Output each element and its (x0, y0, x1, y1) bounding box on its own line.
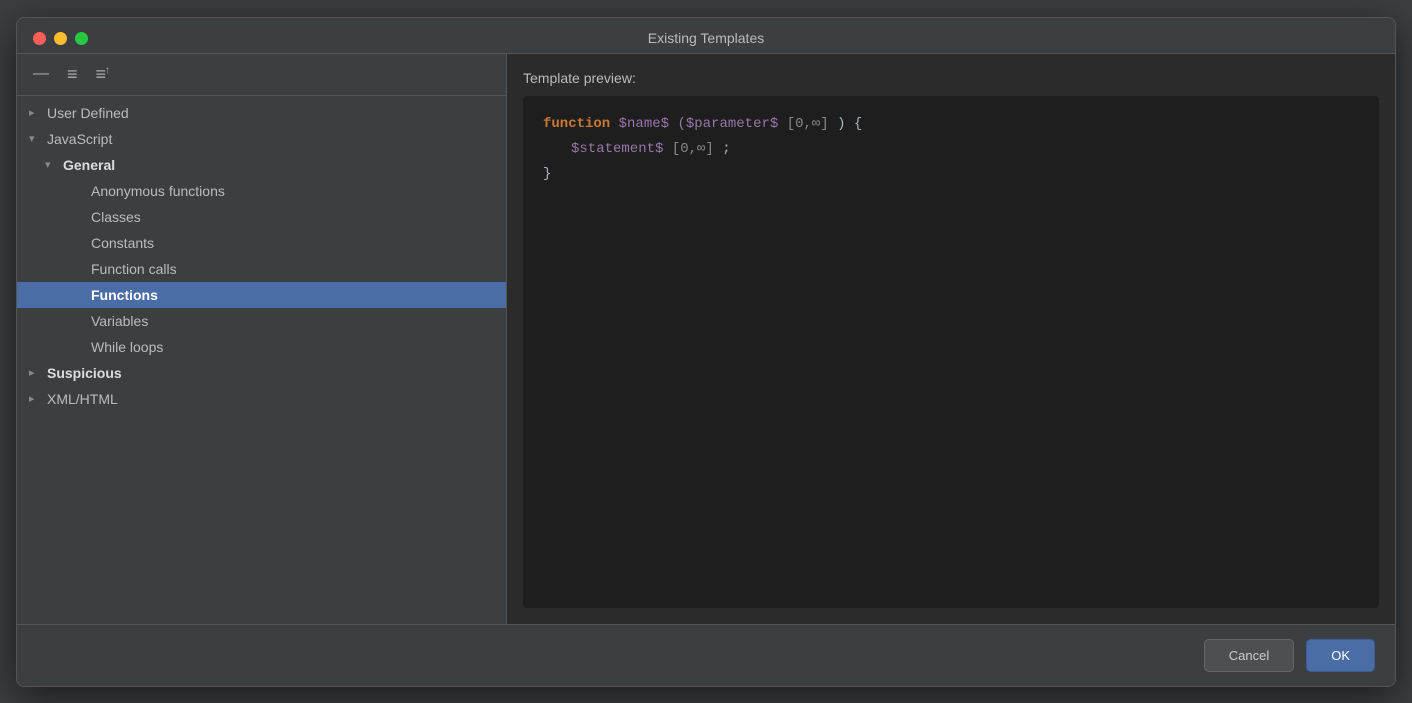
expand-selected-button[interactable]: ≡ (63, 62, 82, 87)
tree-item-user-defined[interactable]: User Defined (17, 100, 506, 126)
footer: Cancel OK (17, 624, 1395, 686)
maximize-button[interactable] (75, 32, 88, 45)
tree-item-label: XML/HTML (47, 391, 118, 407)
tree-item-while-loops[interactable]: While loops (17, 334, 506, 360)
tree-item-functions[interactable]: Functions (17, 282, 506, 308)
chevron-icon (45, 158, 59, 172)
tree-item-javascript[interactable]: JavaScript (17, 126, 506, 152)
code-line-1: function $name$ ($parameter$ [0,∞] ) { (543, 112, 1359, 137)
collapse-all-icon: — (33, 65, 49, 83)
tree-item-label: Function calls (91, 261, 177, 277)
code-line-2: $statement$ [0,∞] ; (543, 137, 1359, 162)
dialog-title: Existing Templates (648, 30, 764, 46)
preview-label: Template preview: (523, 70, 1379, 86)
tree-item-variables[interactable]: Variables (17, 308, 506, 334)
tree-item-label: While loops (91, 339, 163, 355)
window-controls (33, 32, 88, 45)
tree-container: User Defined JavaScript General Anonymou… (17, 96, 506, 624)
tree-item-label: Constants (91, 235, 154, 251)
range-2: [0,∞] (672, 141, 714, 157)
tree-item-label: Functions (91, 287, 158, 303)
range-1: [0,∞] (787, 116, 829, 132)
tree-item-anonymous-functions[interactable]: Anonymous functions (17, 178, 506, 204)
title-bar: Existing Templates (17, 18, 1395, 53)
keyword-function: function (543, 116, 610, 132)
chevron-icon (73, 340, 87, 354)
toolbar: — ≡ ≡↑ (17, 54, 506, 96)
content-area: — ≡ ≡↑ User Defined JavaScript (17, 53, 1395, 624)
param-parameter: ($parameter$ (677, 116, 778, 132)
line1-end: ) { (837, 116, 862, 132)
collapse-selected-button[interactable]: ≡↑ (92, 62, 114, 87)
collapse-selected-icon: ≡↑ (96, 64, 110, 85)
cancel-button[interactable]: Cancel (1204, 639, 1294, 672)
tree-item-label: Suspicious (47, 365, 122, 381)
left-panel: — ≡ ≡↑ User Defined JavaScript (17, 54, 507, 624)
dialog: Existing Templates — ≡ ≡↑ User Defi (16, 17, 1396, 687)
closing-brace: } (543, 166, 551, 182)
tree-item-label: User Defined (47, 105, 129, 121)
param-statement: $statement$ (571, 141, 663, 157)
line2-semi: ; (722, 141, 730, 157)
chevron-icon (29, 392, 43, 406)
code-preview: function $name$ ($parameter$ [0,∞] ) { $… (523, 96, 1379, 608)
tree-item-label: JavaScript (47, 131, 112, 147)
right-panel: Template preview: function $name$ ($para… (507, 54, 1395, 624)
tree-item-xml-html[interactable]: XML/HTML (17, 386, 506, 412)
chevron-icon (29, 366, 43, 380)
code-line-3: } (543, 162, 1359, 187)
close-button[interactable] (33, 32, 46, 45)
chevron-icon (73, 184, 87, 198)
chevron-icon (73, 314, 87, 328)
tree-item-label: Variables (91, 313, 148, 329)
chevron-icon (73, 288, 87, 302)
chevron-icon (73, 262, 87, 276)
chevron-icon (29, 132, 43, 146)
tree-item-label: General (63, 157, 115, 173)
expand-selected-icon: ≡ (67, 64, 78, 85)
minimize-button[interactable] (54, 32, 67, 45)
chevron-icon (73, 236, 87, 250)
tree-item-classes[interactable]: Classes (17, 204, 506, 230)
tree-item-constants[interactable]: Constants (17, 230, 506, 256)
tree-item-label: Anonymous functions (91, 183, 225, 199)
tree-item-function-calls[interactable]: Function calls (17, 256, 506, 282)
ok-button[interactable]: OK (1306, 639, 1375, 672)
chevron-icon (73, 210, 87, 224)
param-name: $name$ (619, 116, 669, 132)
tree-item-suspicious[interactable]: Suspicious (17, 360, 506, 386)
chevron-icon (29, 106, 43, 120)
tree-item-label: Classes (91, 209, 141, 225)
tree-item-general[interactable]: General (17, 152, 506, 178)
collapse-all-button[interactable]: — (29, 63, 53, 85)
